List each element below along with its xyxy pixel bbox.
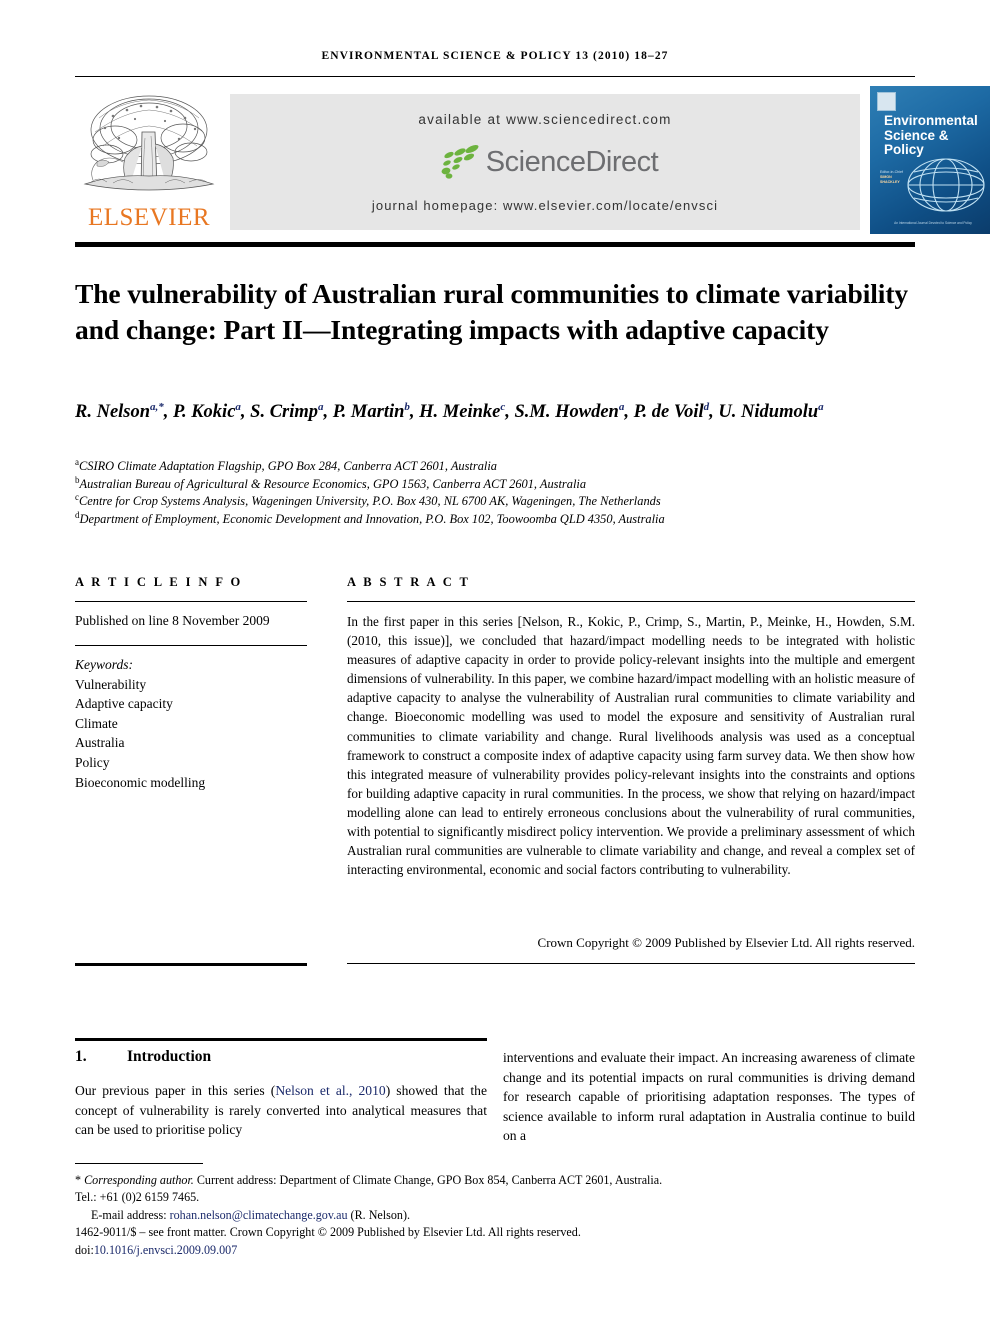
keyword-item: Vulnerability (75, 676, 147, 692)
journal-cover-image: Environmental Science & Policy Editor-in… (870, 86, 990, 234)
author-affiliation-mark: a (618, 400, 625, 413)
sciencedirect-leaf-icon (441, 144, 479, 179)
section-top-rule (75, 1038, 487, 1041)
section-number: 1. (75, 1048, 87, 1065)
article-info-heading: A R T I C L E I N F O (75, 573, 307, 591)
author-name: P. de Voil (633, 402, 704, 422)
header-rule (75, 76, 915, 77)
keyword-item: Bioeconomic modelling (75, 774, 206, 790)
elsevier-tree-icon (83, 95, 215, 191)
sciencedirect-wordmark: ScienceDirect (485, 145, 659, 178)
masthead: ELSEVIER available at www.sciencedirect.… (75, 86, 990, 238)
affiliation-text: Department of Employment, Economic Devel… (79, 511, 665, 526)
article-title: The vulnerability of Australian rural co… (75, 278, 909, 346)
cover-elsevier-mark-icon (877, 92, 896, 111)
doi-link[interactable]: 10.1016/j.envsci.2009.09.007 (94, 1243, 237, 1257)
affiliation-text: CSIRO Climate Adaptation Flagship, GPO B… (79, 459, 497, 473)
author-name: S. Crimp (250, 402, 319, 422)
author-affiliation-mark: b (404, 400, 410, 413)
publication-date: Published on line 8 November 2009 (75, 613, 270, 628)
abstract-copyright: Crown Copyright © 2009 Published by Else… (537, 935, 915, 950)
citation-link[interactable]: Nelson et al., 2010 (275, 1083, 385, 1098)
intro-text-before-citation: Our previous paper in this series ( (75, 1083, 276, 1098)
email-address-link[interactable]: rohan.nelson@climatechange.gov.au (170, 1208, 348, 1222)
corresponding-marker: * (75, 1173, 82, 1187)
article-info-label: A R T I C L E I N F O (75, 575, 243, 589)
corresponding-address: Current address: Department of Climate C… (193, 1173, 663, 1187)
author-name: H. Meinke (419, 402, 501, 422)
abstract-text: In the first paper in this series [Nelso… (347, 614, 915, 878)
cover-journal-title: Environmental Science & Policy (884, 113, 978, 157)
author-affiliation-mark: a (235, 400, 241, 413)
issn-copyright-line: 1462-9011/$ – see front matter. Crown Co… (75, 1225, 581, 1240)
telephone-line: Tel.: +61 (0)2 6159 7465. (75, 1190, 200, 1205)
affiliation-text: Centre for Crop Systems Analysis, Wageni… (79, 494, 661, 509)
keywords-label: Keywords: (75, 657, 133, 672)
body-column-left: Our previous paper in this series (Nelso… (75, 1081, 487, 1140)
globe-icon (907, 158, 985, 212)
cover-editor-block: Editor-in-Chief SIMON SHACKLEY (880, 170, 908, 185)
abstract-label: A B S T R A C T (347, 575, 471, 589)
corresponding-label: Corresponding author. (84, 1173, 194, 1187)
doi-label: doi: (75, 1242, 94, 1257)
email-line: E-mail address: rohan.nelson@climatechan… (75, 1207, 920, 1224)
keyword-item: Australia (75, 735, 125, 751)
available-at-text: available at www.sciencedirect.com (418, 112, 672, 127)
sciencedirect-banner: available at www.sciencedirect.com Scien… (230, 94, 860, 230)
elsevier-logo: ELSEVIER (75, 86, 223, 238)
author-name: S.M. Howden (514, 402, 619, 422)
cover-editor-name: SIMON SHACKLEY (880, 175, 900, 184)
abstract-block-bottom-rule (347, 963, 915, 964)
journal-homepage-text: journal homepage: www.elsevier.com/locat… (371, 198, 719, 213)
keywords-items: Vulnerability Adaptive capacity Climate Aus… (75, 675, 307, 793)
author-name: P. Martin (332, 402, 405, 422)
email-label: E-mail address: (91, 1207, 167, 1222)
masthead-bottom-rule (75, 242, 915, 247)
body-column-right: interventions and evaluate their impact.… (503, 1050, 915, 1144)
keyword-item: Climate (75, 715, 118, 731)
author-affiliation-mark: a (318, 400, 324, 413)
affiliation-item: dDepartment of Employment, Economic Deve… (75, 510, 920, 529)
keywords-block: Keywords: Vulnerability Adaptive capacity… (75, 655, 307, 792)
email-suffix: (R. Nelson). (350, 1207, 410, 1222)
keyword-item: Adaptive capacity (75, 696, 173, 712)
elsevier-wordmark: ELSEVIER (87, 204, 211, 231)
footnote-block: * Corresponding author. Current address:… (75, 1172, 920, 1259)
article-info-rule-top (75, 601, 307, 602)
keyword-item: Policy (75, 754, 110, 770)
author-name: P. Kokic (173, 402, 236, 422)
section-heading-introduction: 1. Introduction (75, 1048, 487, 1066)
affiliation-list: aCSIRO Climate Adaptation Flagship, GPO … (75, 457, 920, 529)
sciencedirect-logo: ScienceDirect (230, 144, 860, 188)
running-head: ENVIRONMENTAL SCIENCE & POLICY 13 (2010)… (321, 50, 669, 62)
article-info-rule-bottom (75, 645, 307, 646)
author-affiliation-mark: d (703, 400, 710, 413)
author-name: R. Nelson (75, 402, 151, 422)
corresponding-author-line: * Corresponding author. Current address:… (75, 1172, 920, 1189)
abstract-heading: A B S T R A C T (347, 573, 915, 591)
affiliation-item: aCSIRO Climate Adaptation Flagship, GPO … (75, 457, 920, 476)
cover-footer-text: An International Journal Devoted to Scie… (894, 221, 972, 225)
section-title: Introduction (127, 1048, 212, 1065)
footnote-rule (75, 1163, 203, 1164)
affiliation-item: cCentre for Crop Systems Analysis, Wagen… (75, 493, 920, 511)
abstract-rule-top (347, 601, 915, 602)
info-block-bottom-rule (75, 963, 307, 966)
affiliation-text: Australian Bureau of Agricultural & Reso… (79, 476, 587, 491)
journal-article-first-page: ENVIRONMENTAL SCIENCE & POLICY 13 (2010)… (0, 0, 992, 1323)
author-name: U. Nidumolu (718, 402, 819, 422)
doi-line: doi:10.1016/j.envsci.2009.09.007 (75, 1242, 920, 1259)
affiliation-item: bAustralian Bureau of Agricultural & Res… (75, 475, 920, 494)
author-affiliation-mark: a,* (150, 400, 164, 413)
author-affiliation-mark: a (818, 400, 824, 413)
author-list: R. Nelsona,*, P. Kokica, S. Crimpa, P. M… (75, 400, 824, 422)
author-affiliation-mark: c (500, 400, 506, 413)
cover-editor-label: Editor-in-Chief (880, 170, 903, 174)
